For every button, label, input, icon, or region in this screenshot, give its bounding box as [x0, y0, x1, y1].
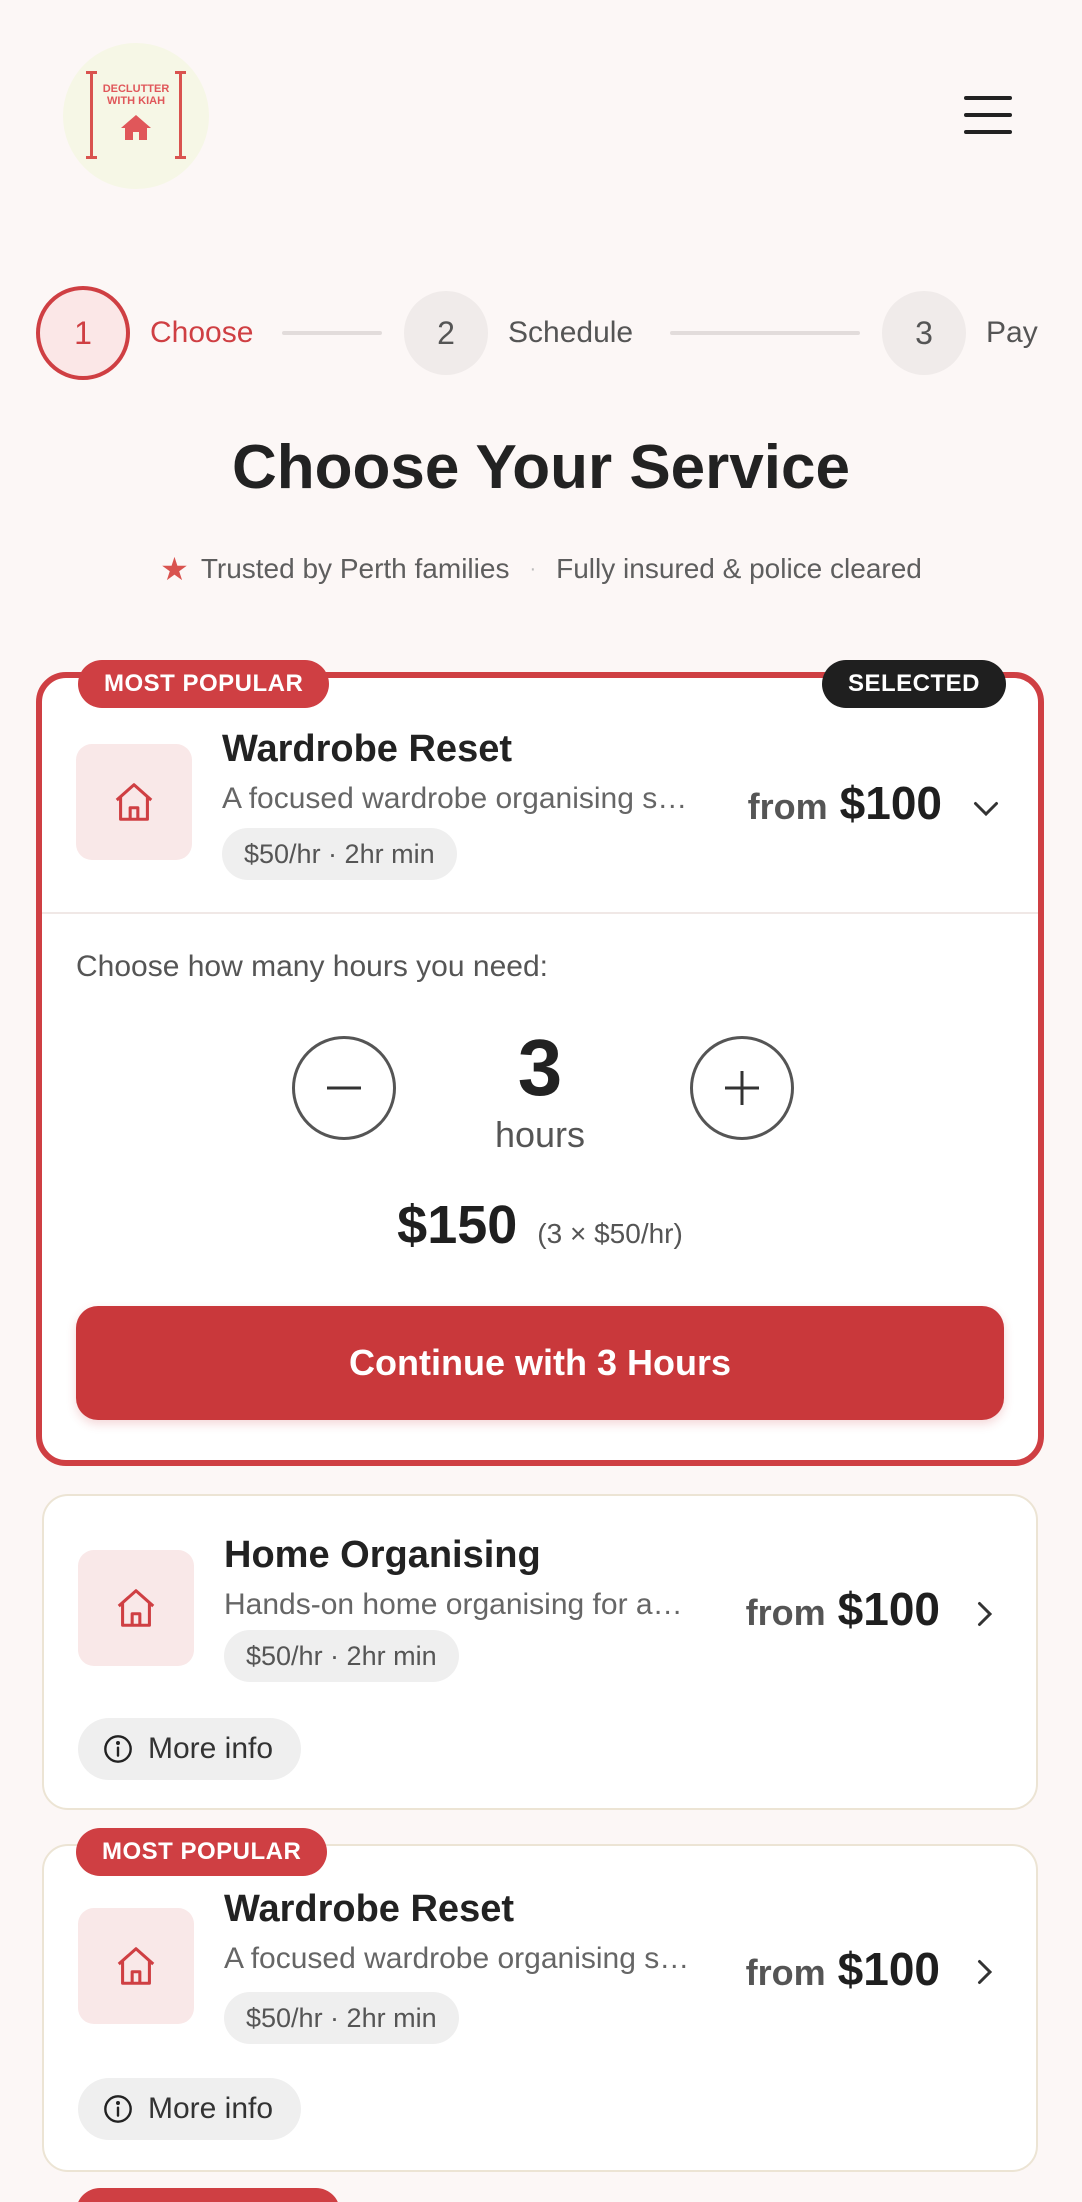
house-icon [78, 1908, 194, 2024]
brand-logo[interactable]: DECLUTTER WITH KIAH [63, 43, 209, 189]
price-prefix: from [745, 1952, 826, 1993]
service-description: A focused wardrobe organising session [224, 1942, 694, 1975]
plus-icon [725, 1071, 759, 1105]
chevron-right-icon[interactable] [966, 1596, 1002, 1632]
step-number: 2 [404, 291, 488, 375]
service-header[interactable]: Wardrobe Reset A focused wardrobe organi… [42, 678, 1038, 912]
service-card[interactable]: MOST POPULAR Wardrobe Reset A focused wa… [42, 1828, 1038, 2172]
info-icon [104, 2095, 132, 2123]
service-name: Home Organising [224, 1534, 541, 1576]
step-connector [670, 331, 860, 335]
service-card-selected[interactable]: MOST POPULAR SELECTED Wardrobe Reset A f… [36, 660, 1044, 1466]
step-connector [282, 331, 382, 335]
hours-selector: Choose how many hours you need: 3 hours … [42, 914, 1038, 1464]
hours-prompt: Choose how many hours you need: [76, 950, 548, 983]
total-calculation: (3 × $50/hr) [537, 1218, 683, 1249]
trust-bar: ★ Trusted by Perth families · Fully insu… [0, 550, 1082, 588]
increase-hours-button[interactable] [690, 1036, 794, 1140]
chevron-down-icon[interactable] [968, 790, 1004, 826]
next-card-badge-peek [76, 2188, 340, 2202]
header: DECLUTTER WITH KIAH [0, 0, 1082, 230]
price-amount: $100 [839, 777, 942, 829]
star-icon: ★ [160, 551, 189, 587]
price-prefix: from [745, 1592, 826, 1633]
continue-button[interactable]: Continue with 3 Hours [76, 1306, 1004, 1420]
house-icon [78, 1550, 194, 1666]
step-number: 3 [882, 291, 966, 375]
trust-separator: · [529, 557, 537, 580]
info-icon [104, 1735, 132, 1763]
page-title: Choose Your Service [232, 433, 850, 502]
more-info-button[interactable]: More info [78, 2078, 302, 2140]
chevron-right-icon[interactable] [966, 1954, 1002, 1990]
logo-decoration [86, 71, 97, 159]
house-icon [76, 744, 192, 860]
total-price: $150 (3 × $50/hr) [42, 1194, 1038, 1256]
service-name: Wardrobe Reset [222, 728, 512, 770]
service-header[interactable]: Home Organising Hands-on home organising… [44, 1496, 1036, 1696]
logo-decoration [175, 71, 186, 159]
price-amount: $100 [837, 1943, 940, 1995]
service-price: from $100 [748, 776, 942, 830]
step-choose[interactable]: 1 Choose [36, 286, 253, 380]
more-info-button[interactable]: More info [78, 1718, 302, 1780]
rate-tag: $50/hr · 2hr min [222, 828, 457, 880]
rate-tag: $50/hr · 2hr min [224, 1630, 459, 1682]
logo-text: DECLUTTER WITH KIAH [102, 83, 170, 107]
service-price: from $100 [746, 1942, 940, 1996]
rate-tag: $50/hr · 2hr min [224, 1992, 459, 2044]
step-label: Schedule [508, 316, 634, 349]
service-name: Wardrobe Reset [224, 1888, 514, 1930]
service-description: A focused wardrobe organising session [222, 782, 692, 815]
service-card[interactable]: Home Organising Hands-on home organising… [42, 1494, 1038, 1810]
service-price: from $100 [746, 1582, 940, 1636]
step-label: Pay [986, 316, 1038, 349]
step-pay: 3 Pay [882, 291, 1038, 375]
hours-value: 3 [517, 1023, 563, 1112]
more-info-label: More info [148, 1732, 274, 1765]
price-prefix: from [747, 786, 828, 827]
service-description: Hands-on home organising for any room [224, 1588, 694, 1621]
more-info-label: More info [148, 2092, 274, 2125]
hamburger-menu-icon[interactable] [964, 96, 1012, 134]
trust-item: Fully insured & police cleared [556, 553, 922, 584]
service-header[interactable]: Wardrobe Reset A focused wardrobe organi… [44, 1846, 1036, 2056]
house-icon [121, 115, 151, 140]
price-amount: $100 [837, 1583, 940, 1635]
hours-unit: hours [494, 1114, 586, 1155]
step-label: Choose [150, 316, 254, 349]
step-schedule: 2 Schedule [404, 291, 633, 375]
trust-item: Trusted by Perth families [200, 553, 510, 584]
booking-stepper: 1 Choose 2 Schedule 3 Pay [36, 286, 1046, 380]
total-amount: $150 [397, 1195, 518, 1255]
step-number: 1 [36, 286, 130, 380]
